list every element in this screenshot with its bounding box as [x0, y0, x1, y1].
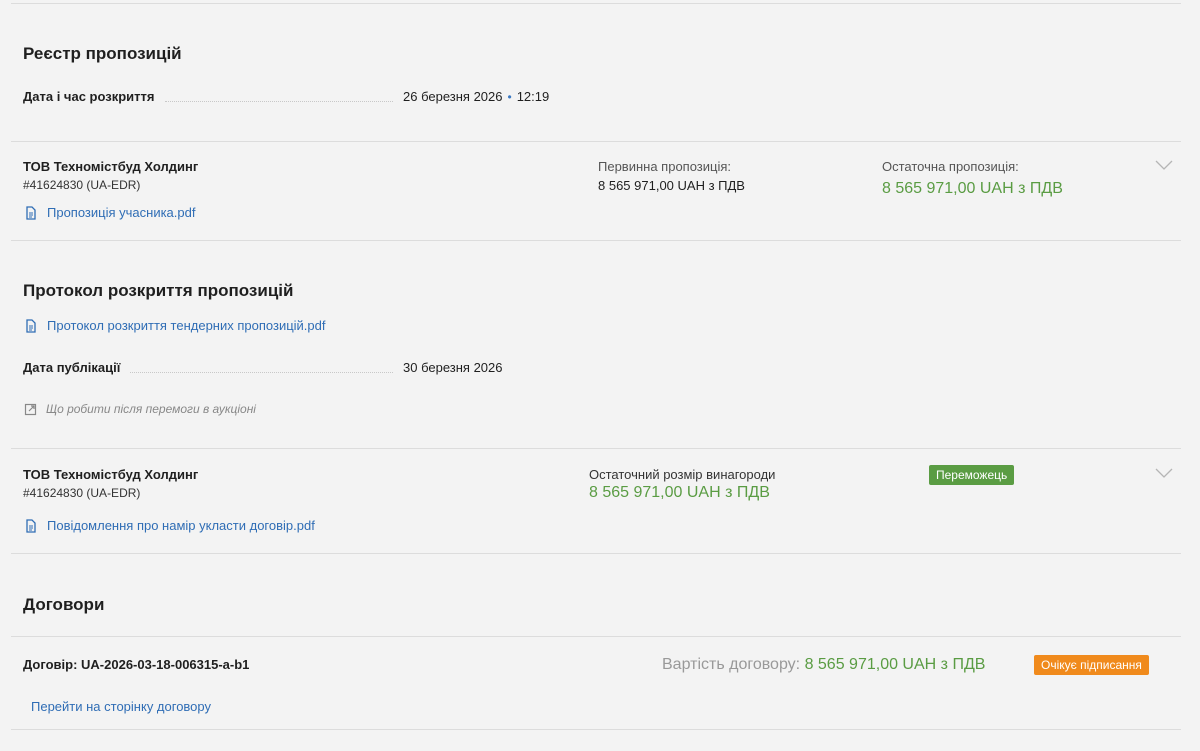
opening-date-label: Дата і час розкриття: [23, 89, 155, 104]
document-icon: [24, 205, 38, 220]
bullet-separator: •: [507, 90, 512, 104]
bid-document-label: Пропозиція учасника.pdf: [47, 205, 196, 220]
award-org-name: ТОВ Техномістбуд Холдинг: [23, 467, 199, 482]
final-offer-value: 8 565 971,00 UAH з ПДВ: [882, 180, 1063, 197]
dotted-leader: [165, 101, 393, 102]
protocol-document-link[interactable]: Протокол розкриття тендерних пропозицій.…: [24, 318, 325, 333]
contract-id: Договір: UA-2026-03-18-006315-a-b1: [23, 657, 250, 672]
divider: [11, 729, 1181, 730]
contract-cost-label: Вартість договору:: [662, 656, 801, 673]
divider: [11, 141, 1181, 142]
initial-offer-value: 8 565 971,00 UAH з ПДВ: [598, 178, 745, 193]
publication-date-label: Дата публікації: [23, 360, 121, 375]
divider: [11, 636, 1181, 637]
opening-date-value: 26 березня 2026 • 12:19: [403, 89, 549, 104]
after-win-help-label: Що робити після перемоги в аукціоні: [46, 402, 256, 416]
award-expand-chevron-down-icon[interactable]: [1155, 466, 1173, 484]
after-win-help-link[interactable]: Що робити після перемоги в аукціоні: [24, 402, 256, 416]
bid-expand-chevron-down-icon[interactable]: [1155, 158, 1173, 176]
divider: [11, 448, 1181, 449]
final-offer-label: Остаточна пропозиція:: [882, 159, 1019, 174]
bid-org-id: #41624830 (UA-EDR): [23, 178, 141, 192]
winner-status-badge: Переможець: [929, 465, 1015, 485]
bid-org-name: ТОВ Техномістбуд Холдинг: [23, 159, 199, 174]
award-document-link[interactable]: Повідомлення про намір укласти договір.p…: [24, 518, 315, 533]
divider: [11, 240, 1181, 241]
go-to-contract-link[interactable]: Перейти на сторінку договору: [31, 699, 211, 714]
award-amount-label: Остаточний розмір винагороди: [589, 467, 776, 482]
document-icon: [24, 318, 38, 333]
divider: [11, 553, 1181, 554]
protocol-document-label: Протокол розкриття тендерних пропозицій.…: [47, 318, 326, 333]
contract-status-badge: Очікує підписання: [1034, 655, 1149, 675]
publication-date-value: 30 березня 2026: [403, 360, 503, 375]
opening-date: 26 березня 2026: [403, 89, 503, 104]
opening-time: 12:19: [516, 89, 550, 104]
document-icon: [24, 518, 38, 533]
external-link-icon: [24, 403, 37, 416]
initial-offer-label: Первинна пропозиція:: [598, 159, 732, 174]
contract-cost: Вартість договору: 8 565 971,00 UAH з ПД…: [662, 656, 985, 674]
award-org-id: #41624830 (UA-EDR): [23, 486, 141, 500]
award-document-label: Повідомлення про намір укласти договір.p…: [47, 518, 315, 533]
contract-cost-value: 8 565 971,00 UAH з ПДВ: [804, 656, 986, 673]
contracts-section-title: Договори: [23, 595, 105, 614]
protocol-section-title: Протокол розкриття пропозицій: [23, 281, 294, 300]
bid-document-link[interactable]: Пропозиція учасника.pdf: [24, 205, 195, 220]
award-amount-value: 8 565 971,00 UAH з ПДВ: [589, 484, 770, 501]
top-divider: [11, 3, 1181, 4]
dotted-leader: [130, 372, 393, 373]
bids-section-title: Реєстр пропозицій: [23, 44, 182, 63]
